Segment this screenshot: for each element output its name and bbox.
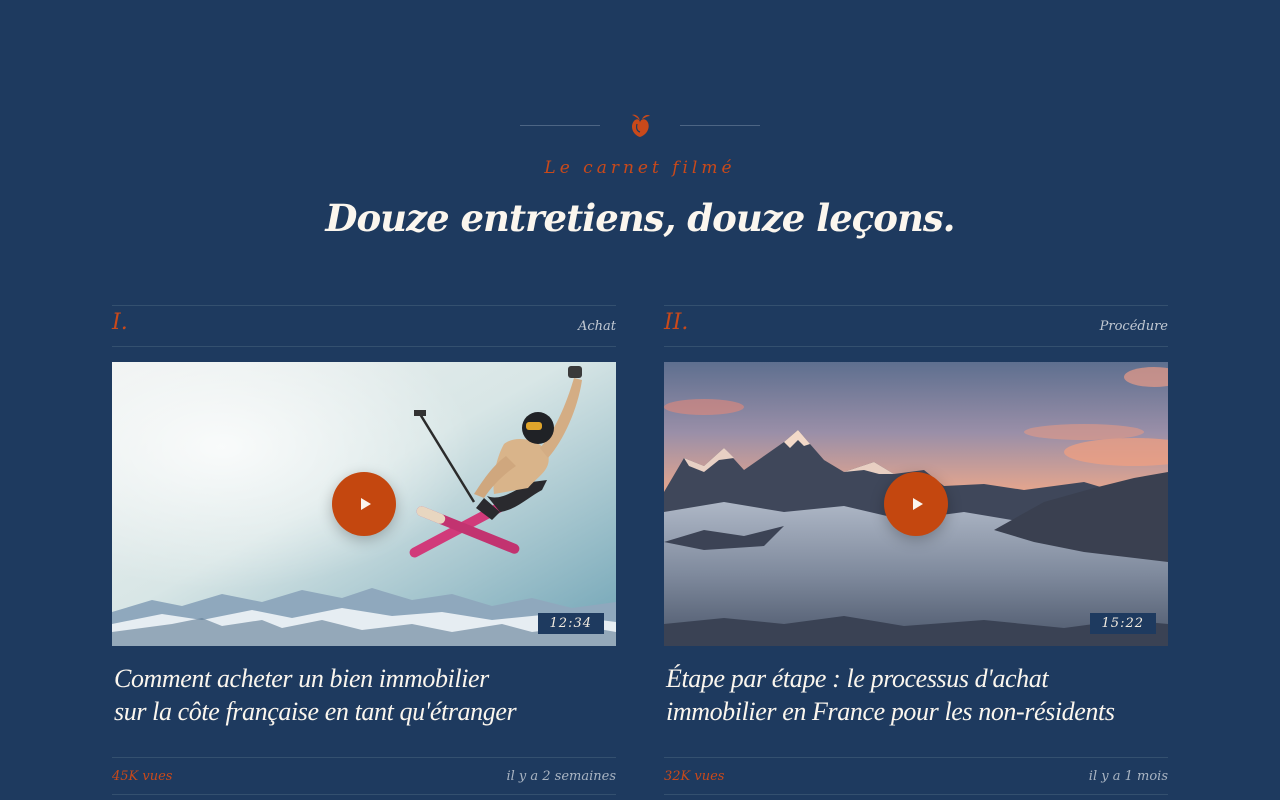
play-icon: [912, 498, 923, 510]
card-numeral: II.: [664, 309, 689, 335]
video-title-line: sur la côte française en tant qu'étrange…: [114, 697, 517, 726]
card-header: II. Procédure: [664, 305, 1168, 347]
video-thumbnail[interactable]: 12:34: [112, 362, 616, 646]
video-duration: 12:34: [537, 613, 604, 634]
publish-age: il y a 2 semaines: [506, 768, 616, 784]
video-title-link[interactable]: Étape par étape : le processus d'achat i…: [664, 662, 1168, 742]
video-title-line: Comment acheter un bien immobilier: [114, 664, 489, 693]
card-category: Procédure: [1099, 319, 1168, 334]
video-card-1: I. Achat 12:34 Comment acheter un bien i…: [112, 305, 616, 795]
video-duration: 15:22: [1089, 613, 1156, 634]
play-button[interactable]: [332, 472, 396, 536]
view-count: 45K vues: [112, 768, 173, 784]
ornament-rule-right: [680, 124, 760, 126]
card-footer: 45K vues il y a 2 semaines: [112, 757, 616, 795]
card-header: I. Achat: [112, 305, 616, 347]
card-category: Achat: [577, 319, 616, 334]
section-title: Douze entretiens, douze leçons.: [325, 196, 955, 240]
section-ornament: [0, 110, 1280, 140]
video-thumbnail[interactable]: 15:22: [664, 362, 1168, 646]
ornament-rule-left: [520, 124, 600, 126]
video-card-2: II. Procédure 15:22 Étape par étape: le…: [664, 305, 1168, 795]
play-icon: [360, 498, 371, 510]
view-count: 32K vues: [664, 768, 725, 784]
video-title-line: immobilier en France pour les non-réside…: [666, 697, 1115, 726]
video-title-link[interactable]: Comment acheter un bien immobilier sur l…: [112, 662, 616, 742]
play-button[interactable]: [884, 472, 948, 536]
fleuron-icon: [632, 114, 650, 137]
publish-age: il y a 1 mois: [1088, 768, 1168, 784]
card-footer: 32K vues il y a 1 mois: [664, 757, 1168, 795]
card-numeral: I.: [112, 309, 128, 335]
video-title-line: Étape par étape : le processus d'achat: [666, 664, 1049, 693]
section-eyebrow: Le carnet filmé: [544, 158, 736, 178]
